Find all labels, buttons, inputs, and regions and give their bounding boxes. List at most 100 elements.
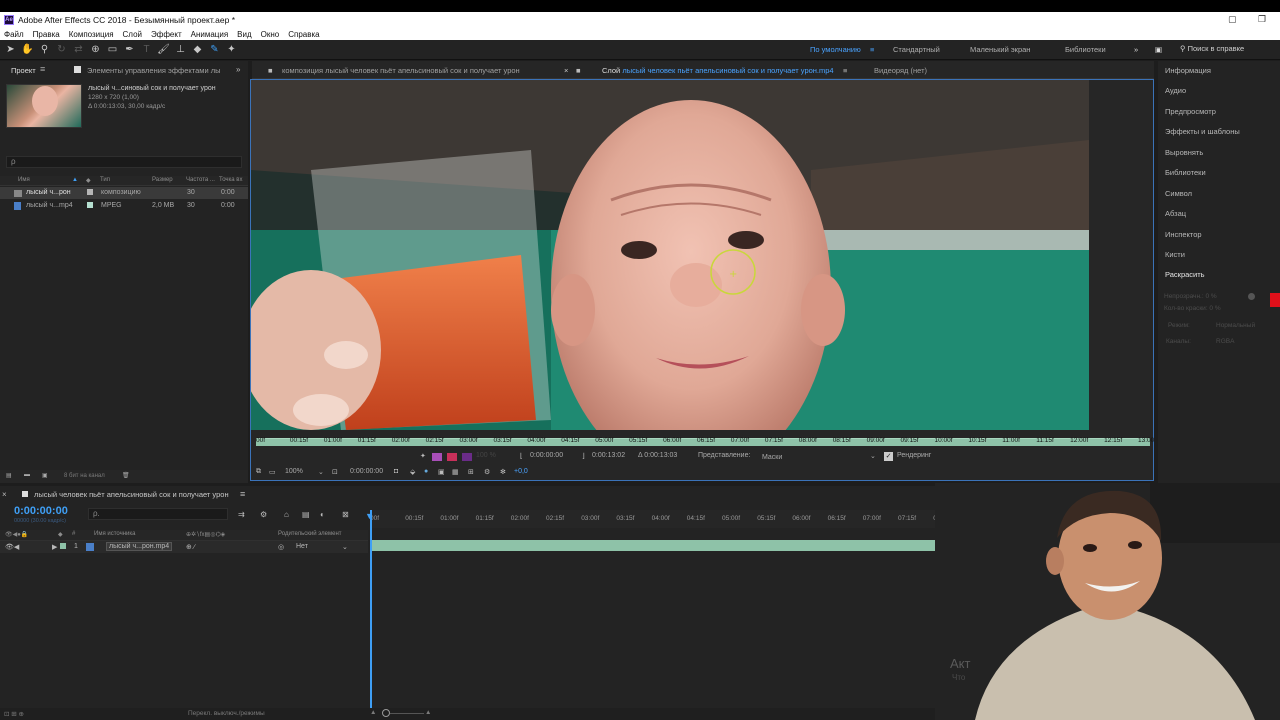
timeline-tab[interactable]: лысый человек пьёт апельсиновый сок и по… [34,490,229,499]
exposure-reset-icon[interactable]: ⚙ [484,468,490,476]
zoom-tool-icon[interactable]: ⚲ [38,43,51,56]
zoom-out-icon[interactable]: ▲ [370,709,376,716]
in-marker-icon[interactable] [432,453,442,461]
sort-asc-icon[interactable]: ▲ [72,177,78,183]
video-frame[interactable]: + [251,80,1089,430]
new-folder-icon[interactable]: ▬ [24,472,30,478]
panel-paint[interactable]: Раскрасить [1165,270,1205,279]
panel-character[interactable]: Символ [1165,189,1192,198]
label-swatch[interactable] [87,202,93,208]
panel-paragraph[interactable]: Абзац [1165,209,1186,218]
snapshot-icon[interactable]: ◘ [394,468,398,475]
panel-libraries[interactable]: Библиотеки [1165,168,1206,177]
rectangle-tool-icon[interactable]: ▭ [106,43,119,56]
workspace-standard[interactable]: Стандартный [893,45,940,54]
help-search[interactable]: ⚲ Поиск в справке [1180,44,1244,53]
tab-footage[interactable]: Видеоряд (нет) [874,66,927,75]
shy-layers-icon[interactable]: ⌂ [284,510,289,519]
puppet-tool-icon[interactable]: ✦ [225,43,238,56]
col-fps[interactable]: Частота ... [186,177,215,183]
monitor-icon[interactable]: ▭ [269,468,276,476]
tab-project[interactable]: Проект [11,66,36,75]
panel-brushes[interactable]: Кисти [1165,250,1185,259]
brush-tool-icon[interactable]: 🖌 [157,43,170,56]
paint-channels-select[interactable]: RGBA [1216,338,1234,345]
viewer-time-out[interactable]: 0:00:13:02 [592,452,625,459]
region-of-interest-icon[interactable]: ▣ [438,468,445,476]
status-icons[interactable]: ⊡ ⊞ ⊕ [4,710,24,718]
panel-overflow-icon[interactable]: » [236,65,240,74]
playhead[interactable] [370,510,372,720]
panel-audio[interactable]: Аудио [1165,86,1186,95]
workspace-libraries[interactable]: Библиотеки [1065,45,1106,54]
label-swatch[interactable] [87,189,93,195]
graph-editor-icon[interactable]: ⊠ [342,510,349,519]
menu-window[interactable]: Окно [261,30,280,39]
fast-preview-icon[interactable]: ⊞ [468,468,474,476]
share-icon[interactable]: ▣ [1155,45,1162,54]
selection-tool-icon[interactable]: ➤ [4,43,17,56]
show-snapshot-icon[interactable]: ⬙ [410,468,415,476]
hand-tool-icon[interactable]: ✋ [21,43,34,56]
workspace-default[interactable]: По умолчанию [810,45,861,54]
playhead-handle-icon[interactable]: ▼ [365,511,374,521]
safe-margins-icon[interactable]: ⊡ [332,468,338,476]
viewer-time-in[interactable]: 0:00:00:00 [530,452,563,459]
menu-composition[interactable]: Композиция [69,30,114,39]
motion-blur-icon[interactable]: ◐ [320,510,325,519]
paint-flow[interactable]: Кол-во краски: 0 % [1164,305,1221,312]
viewer-current-time[interactable]: 0:00:00:00 [350,468,383,475]
anchor-tool-icon[interactable]: ⊕ [89,43,102,56]
delete-icon[interactable]: 🗑 [122,472,130,479]
tab-menu-icon[interactable]: ≡ [843,66,847,75]
frame-blending-icon[interactable]: ▤ [302,510,310,519]
layer-visibility-icon[interactable]: 👁◀ [5,543,19,551]
parent-chevron-icon[interactable]: ⌄ [342,543,348,551]
toggle-switches-modes[interactable]: Перекл. выключ./режимы [188,710,265,717]
col-type[interactable]: Тип [100,177,110,183]
project-file-row[interactable]: лысый ч...mp4 MPEG 2,0 MB 30 0:00 [0,200,248,212]
panel-effects-presets[interactable]: Эффекты и шаблоны [1165,127,1240,136]
col-size[interactable]: Размер [152,177,173,183]
tab-layer[interactable]: Слой лысый человек пьёт апельсиновый сок… [602,66,834,75]
type-tool-icon[interactable]: T [140,43,153,56]
layer-expand-icon[interactable]: ▶ [52,543,57,551]
zoom-in-icon[interactable]: ▲ [425,709,431,716]
render-checkbox[interactable]: ✓ [884,452,893,461]
col-parent[interactable]: Родительский элемент [278,531,342,537]
exposure-value[interactable]: +0,0 [514,468,528,475]
camera-tool-icon[interactable]: ⇄ [72,43,85,56]
transparency-grid-icon[interactable]: ▦ [452,468,459,476]
timeline-close-icon[interactable]: × [2,490,7,499]
layer-switch-icons[interactable]: ⊕ ∕ [186,543,195,551]
menu-animation[interactable]: Анимация [191,30,229,39]
col-inpoint[interactable]: Точка вх [219,177,242,183]
minimize-icon[interactable]: ▢ [1228,14,1237,25]
menu-view[interactable]: Вид [237,30,251,39]
exposure-icon[interactable]: ✻ [500,468,506,476]
comp-flowchart-icon[interactable]: ⇉ [238,510,245,519]
clone-stamp-tool-icon[interactable]: ⊥ [174,43,187,56]
rotate-tool-icon[interactable]: ↻ [55,43,68,56]
timeline-search-input[interactable]: ρ. [88,508,228,520]
trim-icon[interactable] [462,453,472,461]
interpret-footage-icon[interactable]: ▤ [6,472,12,479]
timeline-menu-icon[interactable]: ≡ [240,489,245,499]
panel-align[interactable]: Выровнять [1165,148,1203,157]
parent-select[interactable]: Нет [296,543,308,550]
panel-preview[interactable]: Предпросмотр [1165,107,1216,116]
menu-edit[interactable]: Правка [33,30,60,39]
in-point-icon[interactable]: ⌊ [520,452,523,460]
layer-row[interactable]: 👁◀ ▶ 1 лысый ч...рон.mp4 ⊕ ∕ ◎ Нет ⌄ [0,541,368,553]
zoom-slider-track[interactable] [390,713,424,714]
col-source-name[interactable]: Имя источника [94,531,135,537]
always-preview-icon[interactable]: ⧉ [256,468,261,476]
paint-opacity[interactable]: Непрозрачн.: 0 % [1164,293,1217,300]
close-tab-icon[interactable]: × [564,66,568,75]
menu-file[interactable]: Файл [4,30,24,39]
panel-inspector[interactable]: Инспектор [1165,230,1202,239]
project-search-input[interactable]: ρ [6,156,242,168]
channel-icon[interactable]: ● [424,468,428,475]
timeline-timecode[interactable]: 0:00:00:00 [14,505,68,517]
bit-depth-label[interactable]: 8 бит на канал [64,473,105,479]
